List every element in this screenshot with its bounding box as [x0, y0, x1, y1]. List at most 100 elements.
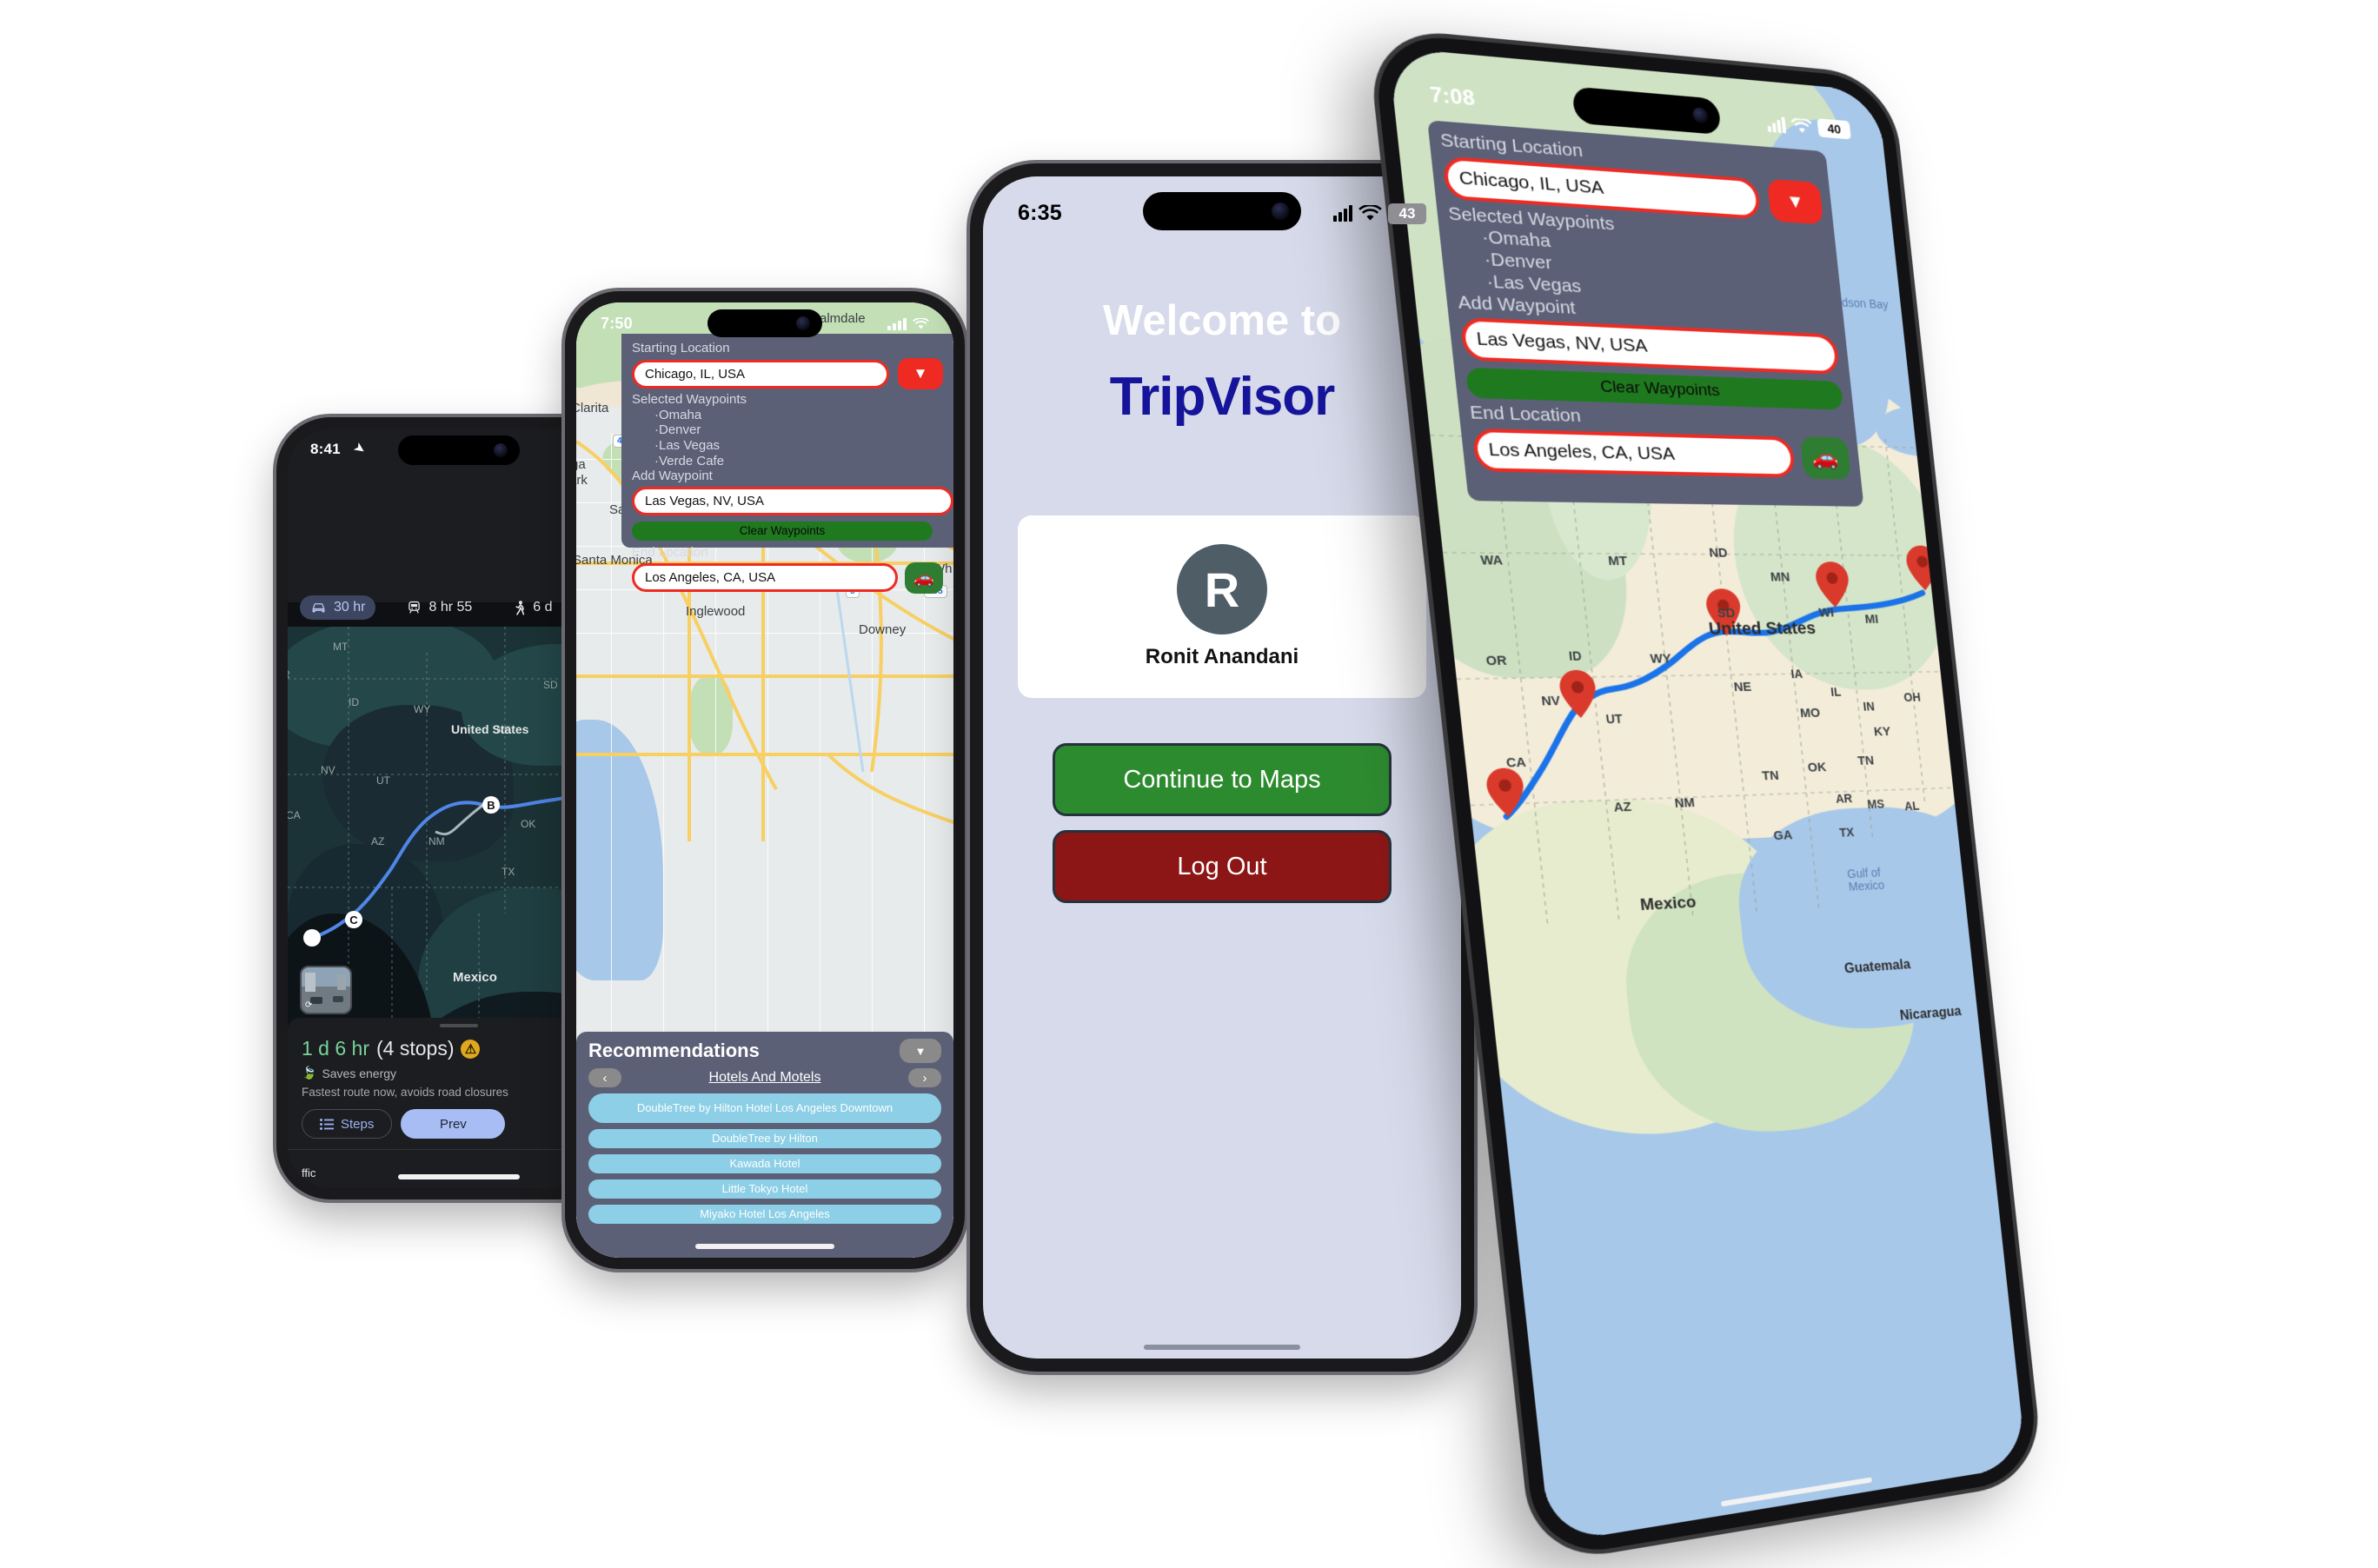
map-label-nm: NM: [428, 835, 445, 847]
traffic-toggle-label[interactable]: ffic: [302, 1166, 316, 1179]
car-icon: [312, 603, 325, 613]
map-pin-icon[interactable]: [1558, 669, 1599, 723]
travel-mode-transit[interactable]: 8 hr 55: [396, 595, 482, 620]
chevron-right-icon[interactable]: ›: [908, 1068, 941, 1087]
list-item[interactable]: Miyako Hotel Los Angeles: [588, 1205, 941, 1224]
map-label-mn: MN: [1770, 569, 1791, 585]
add-waypoint-label: Add Waypoint: [632, 468, 713, 484]
map-label-ar: OK: [1807, 760, 1828, 775]
log-out-button[interactable]: Log Out: [1053, 830, 1392, 903]
map-pin-icon[interactable]: [1814, 561, 1852, 611]
front-camera-icon: [1691, 107, 1709, 124]
starting-location-value: Chicago, IL, USA: [1458, 168, 1605, 198]
starting-location-input[interactable]: Chicago, IL, USA: [632, 359, 889, 389]
transit-icon: [409, 601, 421, 614]
map-label-ne: NE: [1732, 679, 1752, 695]
add-waypoint-value: Las Vegas, NV, USA: [645, 493, 765, 508]
brand-title: TripVisor: [1109, 367, 1336, 427]
map-label-ia: IA: [1790, 667, 1803, 681]
chevron-left-icon[interactable]: ‹: [588, 1068, 621, 1087]
map-label-az: AZ: [371, 835, 385, 847]
waypoint-item: ·Las Vegas: [654, 437, 721, 453]
add-waypoint-input[interactable]: Las Vegas, NV, USA: [632, 486, 953, 515]
map-pin-icon[interactable]: [1904, 545, 1942, 595]
continue-to-maps-label: Continue to Maps: [1123, 765, 1321, 794]
home-indicator[interactable]: [398, 1174, 520, 1179]
wifi-icon: [1358, 204, 1382, 221]
waypoint-marker-b[interactable]: B: [482, 796, 500, 814]
map-label-ut: UT: [1604, 711, 1624, 727]
map-label-in: IN: [1862, 699, 1876, 714]
screenshot-stage: 8:41 · ➤ ‹ Chicago ⋮ 3 stops ⋮ 📍 Los Ang: [0, 0, 2378, 1568]
end-location-input[interactable]: Los Angeles, CA, USA: [1471, 428, 1797, 478]
category-carousel: ‹ Hotels And Motels ›: [588, 1068, 941, 1087]
home-indicator[interactable]: [695, 1244, 834, 1249]
recommendations-title: Recommendations: [588, 1040, 760, 1061]
continue-to-maps-button[interactable]: Continue to Maps: [1053, 743, 1392, 816]
map-label-ok: OK: [521, 818, 536, 830]
recommendations-sheet: Recommendations ▼ ‹ Hotels And Motels › …: [576, 1032, 953, 1258]
list-item[interactable]: Little Tokyo Hotel: [588, 1179, 941, 1199]
map-label-ga: AL: [1903, 799, 1921, 814]
chevron-down-icon[interactable]: ▼: [1766, 178, 1824, 225]
map-label-ga: ga: [576, 457, 586, 472]
recommendations-list: DoubleTree by Hilton Hotel Los Angeles D…: [588, 1093, 941, 1224]
travel-mode-driving-label: 30 hr: [334, 600, 366, 615]
list-item[interactable]: DoubleTree by Hilton: [588, 1129, 941, 1148]
chevron-down-icon[interactable]: ▼: [900, 1039, 941, 1063]
phone-4-tripvisor-us: WA OR MT ID ND SD MN WI MI WY NE IA IL I…: [1371, 31, 2041, 1561]
map-label-tn: TN: [1857, 753, 1875, 768]
waypoint-marker-end[interactable]: [303, 929, 321, 947]
cellular-bars-icon: [1333, 205, 1352, 222]
list-item[interactable]: DoubleTree by Hilton Hotel Los Angeles D…: [588, 1093, 941, 1123]
category-label[interactable]: Hotels And Motels: [621, 1070, 908, 1086]
chevron-down-icon[interactable]: ▼: [898, 358, 943, 390]
end-location-value: Los Angeles, CA, USA: [645, 570, 776, 586]
steps-button[interactable]: Steps: [302, 1109, 393, 1139]
home-indicator[interactable]: [1144, 1345, 1300, 1350]
map-label-oh: OH: [1903, 690, 1922, 704]
map-label-il: IL: [1830, 685, 1842, 699]
map-label-ark: ark: [576, 473, 588, 488]
map-label-clarita: Clarita: [576, 401, 609, 415]
steps-button-label: Steps: [341, 1116, 375, 1132]
dynamic-island: [398, 435, 520, 465]
map-label-nv: NV: [1540, 693, 1562, 709]
map-label-id: ID: [349, 696, 359, 708]
end-location-input[interactable]: Los Angeles, CA, USA: [632, 563, 898, 593]
map-label-nd: ND: [1708, 545, 1729, 561]
trip-controls-panel: Starting Location Chicago, IL, USA ▼ Sel…: [1427, 120, 1864, 507]
avatar: R: [1177, 544, 1267, 635]
sheet-grabber[interactable]: [440, 1024, 478, 1027]
add-waypoint-value: Las Vegas, NV, USA: [1475, 328, 1649, 356]
map-pin-icon[interactable]: [1485, 767, 1527, 821]
map-label-or: R: [288, 668, 290, 681]
travel-mode-walking[interactable]: 6 d: [503, 595, 562, 620]
map-label-ky: KY: [1873, 724, 1892, 740]
phone-4-screen: WA OR MT ID ND SD MN WI MI WY NE IA IL I…: [1387, 47, 2027, 1544]
street-view-thumbnail[interactable]: ⟳: [300, 966, 352, 1014]
map-label-united-states: United States: [1708, 619, 1817, 639]
map-label-nm: NM: [1673, 795, 1696, 811]
waypoint-item: ·Denver: [654, 422, 701, 438]
map-label-ok: TN: [1761, 767, 1780, 784]
list-icon: [320, 1118, 334, 1130]
waypoint-item: ·Verde Cafe: [654, 453, 725, 468]
clear-waypoints-button[interactable]: Clear Waypoints: [632, 521, 933, 541]
map-label-az: AZ: [1612, 799, 1632, 815]
car-emoji-icon[interactable]: 🚗: [1799, 435, 1852, 480]
front-camera-icon: [796, 316, 810, 330]
map-label-or: OR: [1485, 653, 1508, 669]
waypoint-marker-c[interactable]: C: [345, 911, 362, 928]
car-emoji-icon[interactable]: 🚗: [905, 561, 943, 594]
dynamic-island: [707, 309, 822, 337]
map-label-mt: MT: [333, 641, 349, 653]
travel-mode-driving[interactable]: 30 hr: [300, 595, 376, 620]
saves-energy-label: Saves energy: [322, 1066, 397, 1080]
list-item[interactable]: Kawada Hotel: [588, 1154, 941, 1173]
map-label-tx: GA: [1772, 827, 1794, 844]
map-label-wi: WI: [1817, 605, 1835, 621]
selected-waypoints-label: Selected Waypoints: [632, 392, 747, 408]
preview-button[interactable]: Prev: [401, 1109, 506, 1139]
map-label-ca: CA: [1505, 754, 1527, 771]
